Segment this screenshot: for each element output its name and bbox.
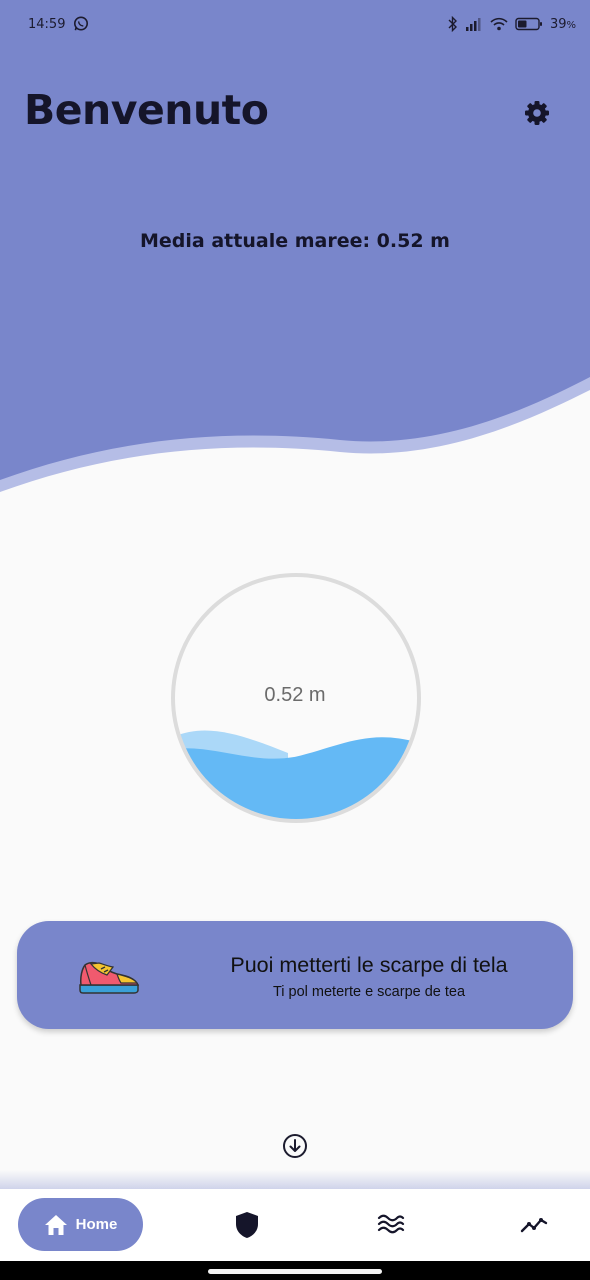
- nav-tides-button[interactable]: [371, 1205, 411, 1245]
- scroll-down-button[interactable]: [282, 1133, 308, 1159]
- settings-button[interactable]: [522, 98, 552, 128]
- advice-subtitle: Ti pol meterte e scarpe de tea: [272, 984, 466, 1000]
- status-time: 14:59: [28, 16, 66, 32]
- advice-card[interactable]: Puoi metterti le scarpe di tela Ti pol m…: [17, 921, 573, 1029]
- home-icon: [44, 1214, 67, 1235]
- arrow-down-circle-icon: [283, 1134, 307, 1158]
- status-bar: 14:59 39%: [0, 0, 590, 48]
- wifi-icon: [490, 17, 508, 31]
- bottom-nav-shadow: [0, 1170, 590, 1190]
- nav-statistics-button[interactable]: [514, 1205, 554, 1245]
- nav-home-label: Home: [75, 1216, 118, 1233]
- bluetooth-icon: [448, 16, 457, 32]
- bottom-navigation: Home: [0, 1189, 590, 1261]
- trend-line-icon: [520, 1218, 548, 1233]
- sneaker-icon: [79, 961, 140, 994]
- system-gesture-area: [0, 1261, 590, 1280]
- whatsapp-icon: [74, 16, 89, 31]
- battery-percent: 39%: [549, 16, 576, 32]
- tide-average-text: Media attuale maree: 0.52 m: [140, 230, 450, 252]
- gesture-bar[interactable]: [208, 1269, 382, 1274]
- page-title: Benvenuto: [24, 86, 269, 134]
- battery-icon: [515, 17, 542, 31]
- advice-title: Puoi metterti le scarpe di tela: [230, 953, 508, 977]
- shield-icon: [236, 1212, 258, 1238]
- signal-icon: [465, 18, 481, 31]
- nav-home-button[interactable]: Home: [18, 1198, 143, 1251]
- gear-icon: [525, 101, 549, 125]
- waves-icon: [377, 1214, 405, 1234]
- gauge-value-label: 0.52 m: [264, 684, 326, 706]
- nav-safety-button[interactable]: [227, 1205, 267, 1245]
